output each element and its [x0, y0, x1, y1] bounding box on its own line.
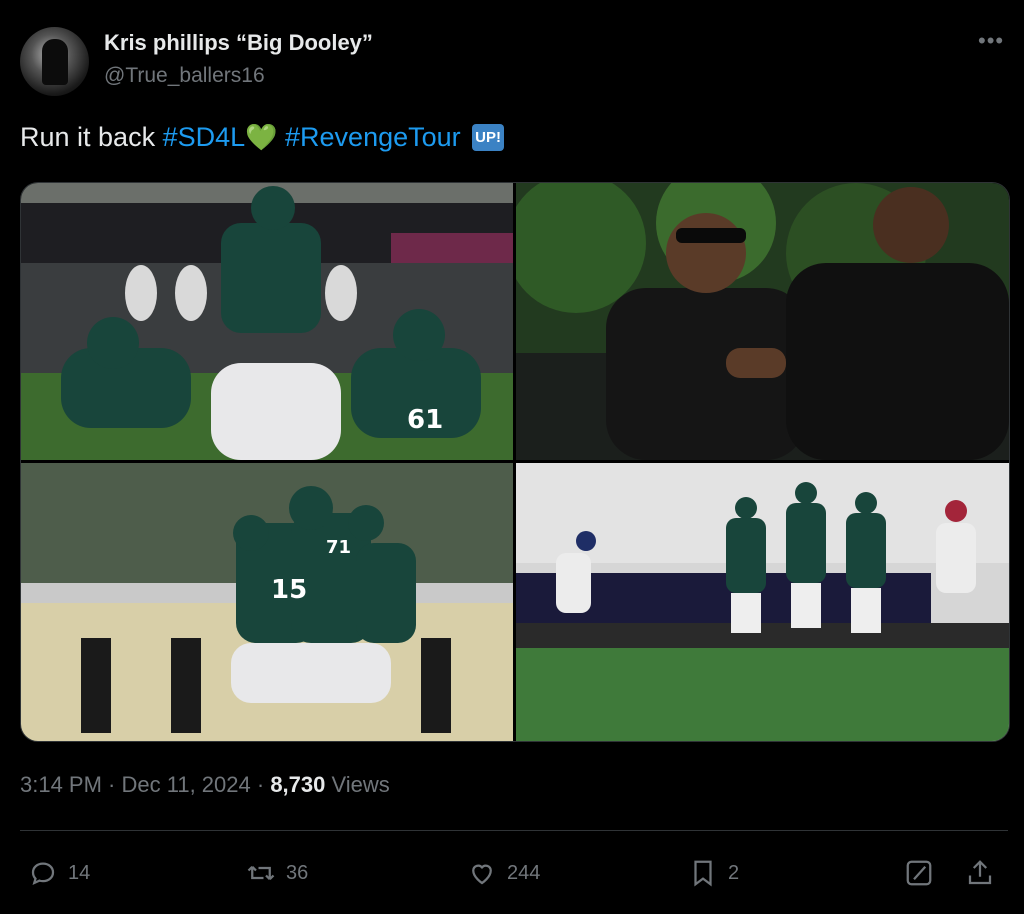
meta-separator: ·	[250, 772, 271, 797]
repost-button[interactable]: 36	[246, 858, 308, 888]
hashtag-revengetour[interactable]: #RevengeTour	[285, 122, 461, 152]
reply-icon	[31, 862, 55, 886]
bookmark-count: 2	[728, 861, 740, 884]
bookmark-icon	[694, 860, 712, 887]
tweet-text: Run it back #SD4L💚 #RevengeTour UP!	[20, 122, 505, 153]
meta-separator: ·	[101, 772, 122, 797]
views-label: Views	[325, 772, 390, 797]
grok-icon	[906, 860, 932, 886]
up-emoji: UP!	[472, 124, 505, 151]
svg-text:61: 61	[407, 405, 443, 435]
photo-players-arriving-handshake[interactable]	[516, 183, 1009, 460]
tweet-meta: 3:14 PM · Dec 11, 2024 · 8,730 Views	[20, 772, 390, 798]
reply-count: 14	[68, 861, 91, 884]
author-avatar[interactable]	[20, 27, 89, 96]
tweet-date[interactable]: Dec 11, 2024	[122, 772, 251, 797]
repost-icon	[247, 865, 275, 881]
svg-text:71: 71	[326, 537, 351, 558]
grok-button[interactable]	[904, 858, 934, 888]
like-count: 244	[507, 861, 541, 884]
photo-kickoff-return[interactable]	[516, 463, 1009, 741]
photo-grid: 61 15 71	[20, 182, 1010, 742]
share-button[interactable]	[965, 858, 995, 888]
share-icon	[968, 860, 992, 885]
bookmark-button[interactable]: 2	[688, 858, 739, 888]
tweet-text-plain: Run it back	[20, 122, 163, 152]
views-count: 8,730	[270, 772, 326, 797]
photo-football-line-of-scrimmage[interactable]: 61	[21, 183, 513, 460]
more-dots-icon[interactable]: •••	[978, 28, 1004, 54]
reply-button[interactable]: 14	[28, 858, 90, 888]
heart-icon	[472, 864, 492, 885]
author-handle[interactable]: @True_ballers16	[104, 64, 265, 88]
green-heart-emoji: 💚	[245, 122, 278, 152]
photo-players-celebrating[interactable]: 15 71	[21, 463, 513, 741]
repost-count: 36	[286, 861, 309, 884]
svg-text:15: 15	[271, 575, 307, 605]
like-button[interactable]: 244	[467, 858, 540, 888]
hashtag-sd4l[interactable]: #SD4L	[163, 122, 246, 152]
divider	[20, 830, 1008, 831]
author-name[interactable]: Kris phillips “Big Dooley”	[104, 30, 373, 56]
tweet-time[interactable]: 3:14 PM	[20, 772, 102, 797]
